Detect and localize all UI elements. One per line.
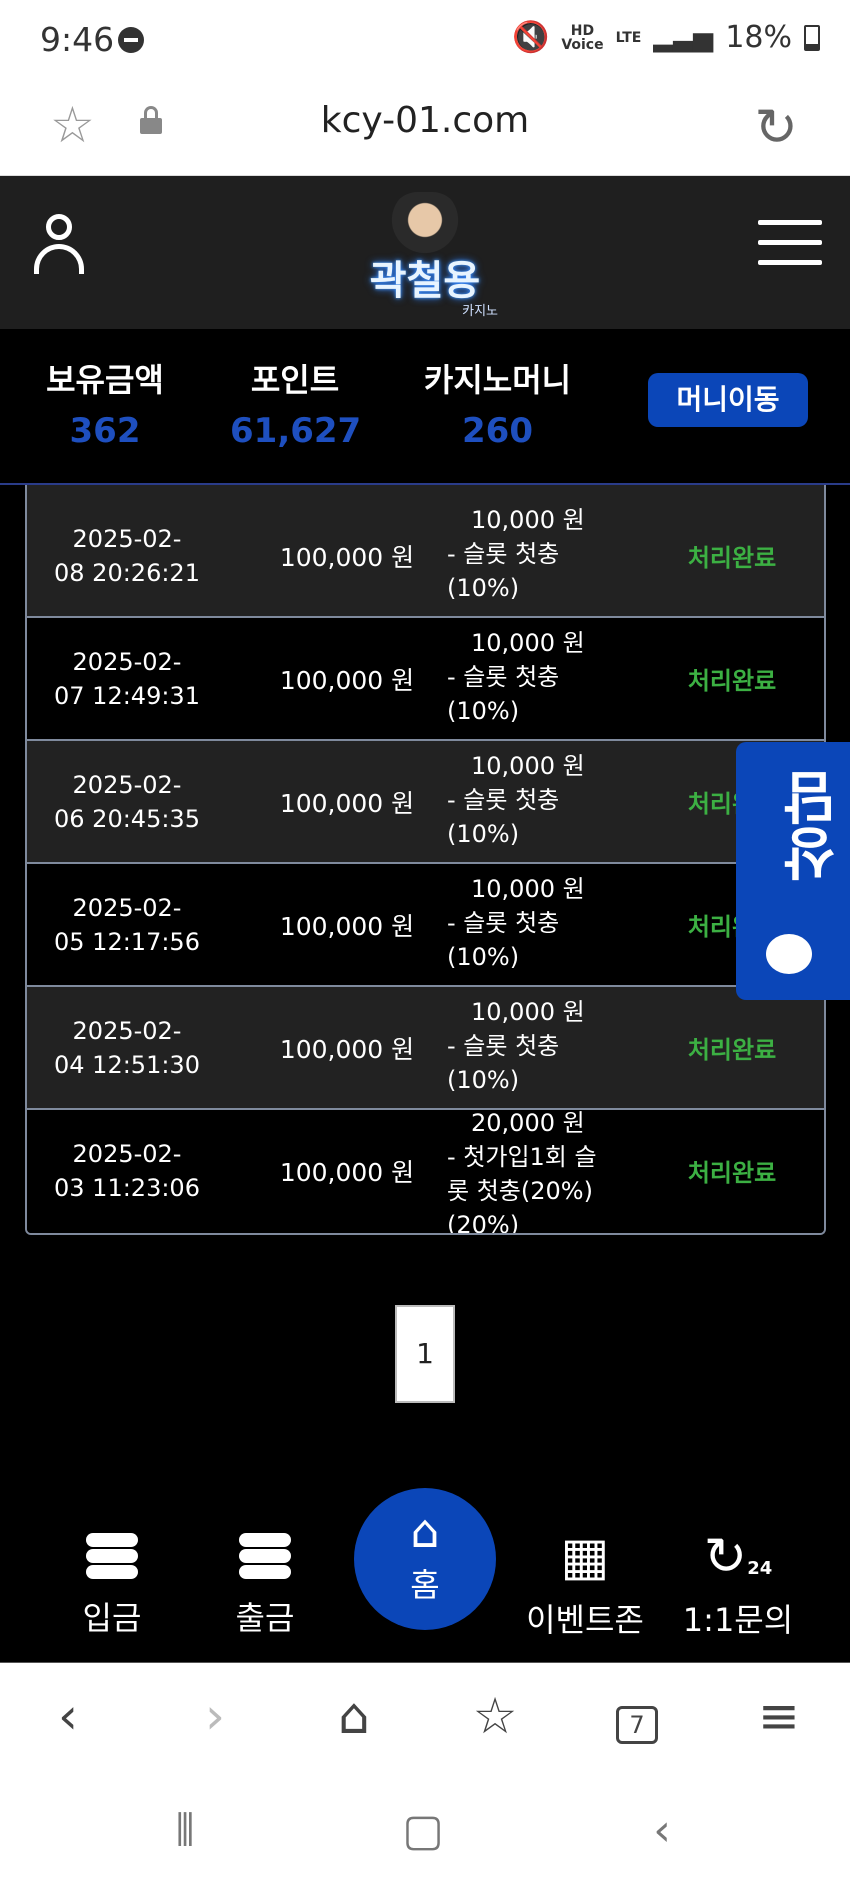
nav-withdraw-label: 출금 <box>235 1599 295 1637</box>
table-row: 2025-02- 07 12:49:31 100,000 원 10,000 원- … <box>27 618 824 741</box>
row-amount: 100,000 원 <box>279 665 415 695</box>
nav-home-button[interactable]: ⌂ 홈 <box>354 1488 496 1630</box>
site-header: 곽철용 카지노 <box>0 176 850 329</box>
row-amount: 100,000 원 <box>279 788 415 818</box>
row-amount: 100,000 원 <box>279 911 415 941</box>
status-icons: 🔇 HD Voice LTE ▂▃▅ 18% <box>512 20 820 55</box>
casino-money-value: 260 <box>462 411 533 451</box>
holding-label: 보유금액 <box>46 361 164 399</box>
money-transfer-button[interactable]: 머니이동 <box>648 373 808 427</box>
signal-icon: ▂▃▅ <box>653 22 714 53</box>
row-status: 처리완료 <box>687 1036 777 1064</box>
bookmarks-icon[interactable]: ☆ <box>455 1687 535 1745</box>
points-value: 61,627 <box>230 411 362 451</box>
system-home-icon[interactable]: ▢ <box>383 1805 463 1856</box>
table-row: 2025-02- 05 12:17:56 100,000 원 10,000 원- … <box>27 864 824 987</box>
home-icon: ⌂ <box>410 1504 440 1558</box>
row-bonus: 20,000 원- 첫가입1회 슬롯 첫충(20%) (20%) <box>447 1109 597 1235</box>
system-nav-bar: ⦀ ▢ ‹ <box>0 1781 850 1889</box>
row-bonus: 10,000 원- 슬롯 첫충 (10%) <box>447 506 585 602</box>
table-row: 2025-02- 04 12:51:30 100,000 원 10,000 원- … <box>27 987 824 1110</box>
status-bar: 9:46 🔇 HD Voice LTE ▂▃▅ 18% <box>0 0 850 78</box>
nav-inquiry[interactable]: ↻24 1:1문의 <box>668 1525 808 1641</box>
deposit-history-table: 2025-02- 08 20:26:21 100,000 원 10,000 원- … <box>25 495 826 1235</box>
calendar-plus-icon: ▦ <box>560 1527 610 1587</box>
battery-level: 18% <box>725 20 792 55</box>
browser-menu-icon[interactable]: ≡ <box>739 1687 819 1745</box>
nav-withdraw[interactable]: 출금 <box>195 1525 335 1639</box>
chat-bubble-icon <box>766 934 812 974</box>
nav-deposit[interactable]: 입금 <box>42 1525 182 1639</box>
row-status: 처리완료 <box>687 1159 777 1187</box>
page-button-current[interactable]: 1 <box>395 1305 455 1403</box>
row-date: 2025-02- 05 12:17:56 <box>54 893 200 956</box>
row-amount: 100,000 원 <box>279 1157 415 1187</box>
holding-amount: 보유금액 362 <box>40 355 170 451</box>
consultation-tab[interactable]: 상담 <box>736 742 850 1000</box>
row-bonus: 10,000 원- 슬롯 첫충 (10%) <box>447 629 585 725</box>
menu-icon[interactable] <box>758 220 822 266</box>
casino-money: 카지노머니 260 <box>415 355 580 451</box>
site-bottom-nav: 입금 출금 ⌂ 홈 ▦ 이벤트존 ↻24 1:1문의 <box>0 1465 850 1663</box>
withdraw-coins-icon <box>235 1527 295 1587</box>
row-date: 2025-02- 08 20:26:21 <box>54 524 200 587</box>
nav-inquiry-label: 1:1문의 <box>682 1601 794 1639</box>
row-date: 2025-02- 03 11:23:06 <box>54 1139 200 1202</box>
points: 포인트 61,627 <box>230 355 362 451</box>
nav-home-label: 홈 <box>410 1566 440 1604</box>
row-date: 2025-02- 06 20:45:35 <box>54 770 200 833</box>
reload-icon[interactable]: ↻ <box>754 98 798 158</box>
nav-event-label: 이벤트존 <box>526 1601 644 1639</box>
user-icon[interactable] <box>32 214 86 276</box>
forward-icon[interactable]: › <box>175 1687 255 1745</box>
row-status: 처리완료 <box>687 667 777 695</box>
home-icon[interactable]: ⌂ <box>314 1687 394 1745</box>
recents-icon[interactable]: ⦀ <box>145 1805 225 1856</box>
table-row: 2025-02- 08 20:26:21 100,000 원 10,000 원- … <box>27 495 824 618</box>
row-amount: 100,000 원 <box>279 542 415 572</box>
row-date: 2025-02- 07 12:49:31 <box>54 647 200 710</box>
table-row: 2025-02- 03 11:23:06 100,000 원 20,000 원- … <box>27 1109 824 1233</box>
battery-icon <box>804 24 820 51</box>
logo-title: 곽철용 <box>369 258 481 304</box>
url-text[interactable]: kcy-01.com <box>0 100 850 141</box>
balance-bar: 보유금액 362 포인트 61,627 카지노머니 260 머니이동 <box>0 329 850 485</box>
logo-subtitle: 카지노 <box>462 304 498 319</box>
consultation-label: 상담 <box>782 770 847 882</box>
system-back-icon[interactable]: ‹ <box>622 1805 702 1856</box>
support-24h-icon: ↻24 <box>703 1527 773 1587</box>
holding-value: 362 <box>69 411 141 451</box>
do-not-disturb-icon <box>118 27 144 53</box>
status-time: 9:46 <box>40 20 115 59</box>
row-amount: 100,000 원 <box>279 1034 415 1064</box>
browser-url-bar: ☆ kcy-01.com ↻ <box>0 78 850 176</box>
mute-icon: 🔇 <box>511 20 550 55</box>
points-label: 포인트 <box>250 361 340 399</box>
table-top-edge <box>25 485 826 495</box>
browser-toolbar: ‹ › ⌂ ☆ 7 ≡ <box>0 1663 850 1781</box>
row-date: 2025-02- 04 12:51:30 <box>54 1016 200 1079</box>
table-row: 2025-02- 06 20:45:35 100,000 원 10,000 원- … <box>27 741 824 864</box>
deposit-coins-icon <box>82 1527 142 1587</box>
row-bonus: 10,000 원- 슬롯 첫충 (10%) <box>447 752 585 848</box>
tabs-icon[interactable]: 7 <box>597 1687 677 1745</box>
nav-deposit-label: 입금 <box>82 1599 142 1637</box>
back-icon[interactable]: ‹ <box>28 1687 108 1745</box>
row-bonus: 10,000 원- 슬롯 첫충 (10%) <box>447 998 585 1094</box>
row-bonus: 10,000 원- 슬롯 첫충 (10%) <box>447 875 585 971</box>
hd-voice-icon: HD Voice <box>561 22 604 53</box>
casino-money-label: 카지노머니 <box>423 361 572 399</box>
lte-icon: LTE <box>615 29 642 46</box>
row-status: 처리완료 <box>687 544 777 572</box>
site-logo[interactable]: 곽철용 카지노 <box>340 192 510 322</box>
nav-event-zone[interactable]: ▦ 이벤트존 <box>515 1525 655 1641</box>
tabs-count: 7 <box>616 1706 658 1744</box>
